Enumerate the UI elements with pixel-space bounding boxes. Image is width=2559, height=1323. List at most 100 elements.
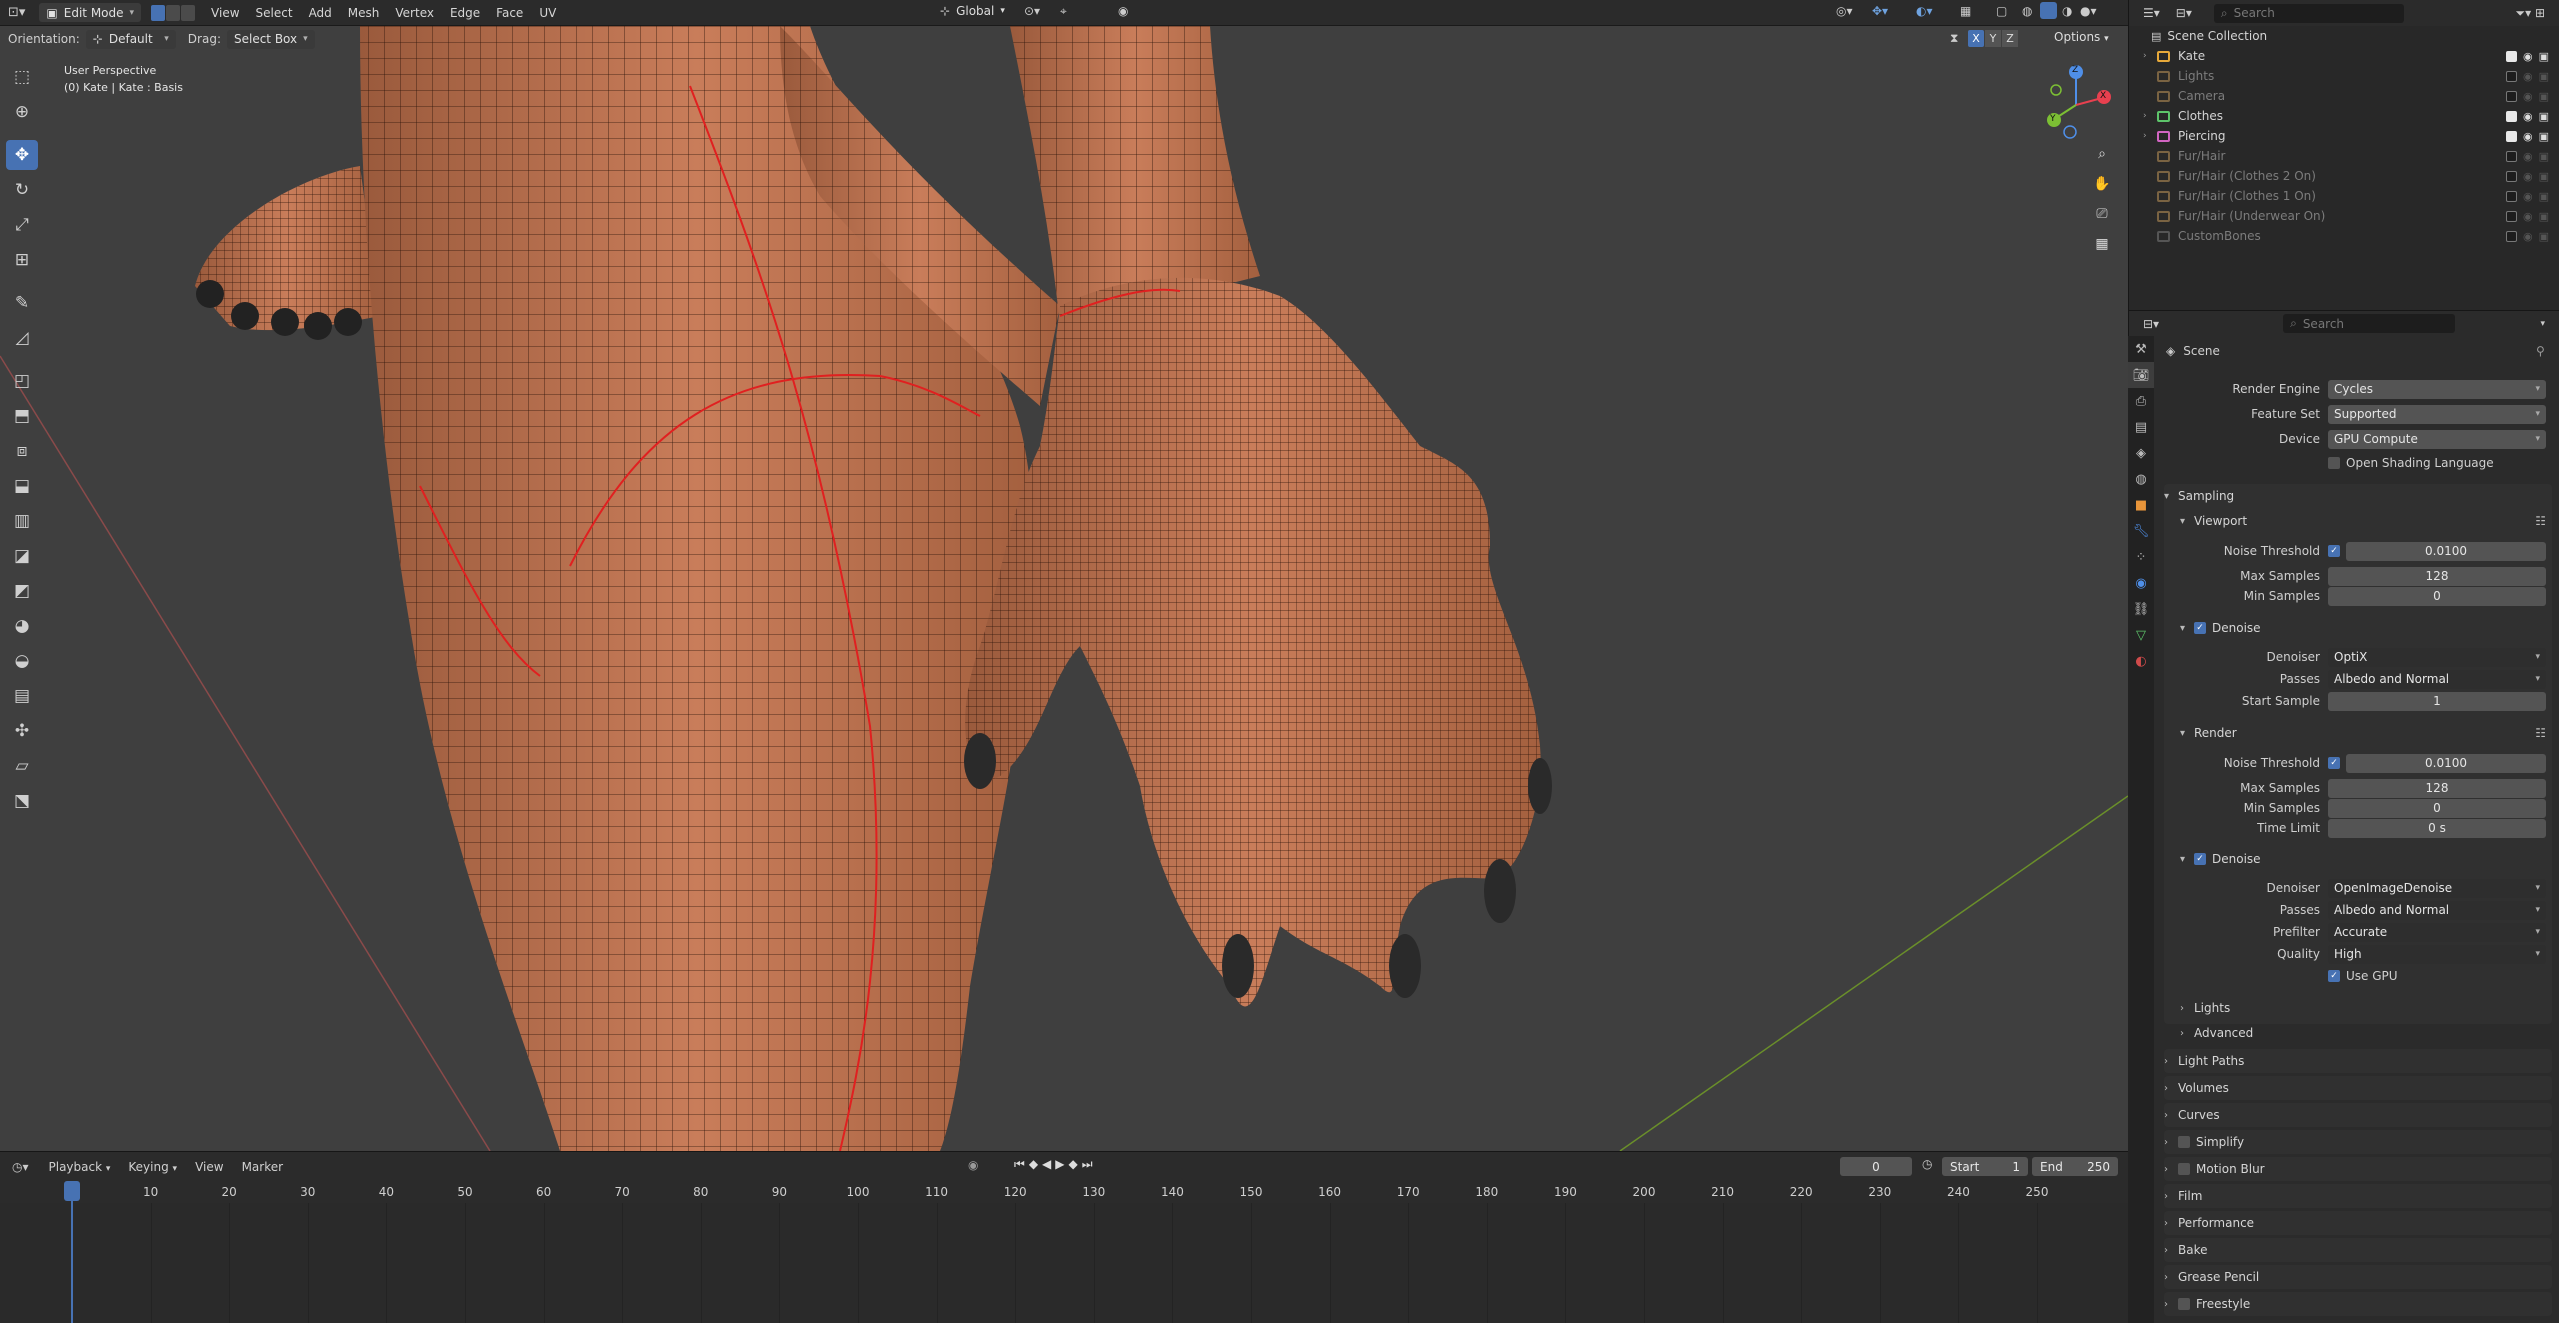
data-tab-icon[interactable]: ▽ [2128, 622, 2154, 648]
r-denoise-checkbox[interactable]: ✓ [2194, 853, 2206, 865]
panel-header[interactable]: › Curves [2164, 1103, 2552, 1127]
vp-noise-checkbox[interactable]: ✓ [2328, 545, 2340, 557]
navigation-gizmo[interactable]: Z X Y [2036, 60, 2116, 150]
expand-arrow-icon[interactable]: › [2143, 51, 2157, 61]
exclude-checkbox[interactable] [2505, 111, 2517, 122]
exclude-checkbox[interactable] [2505, 71, 2517, 82]
feature-set-dropdown[interactable]: Supported ▾ [2328, 404, 2546, 424]
r-prefilter-dropdown[interactable]: Accurate ▾ [2328, 922, 2546, 942]
knife-icon[interactable]: ◪ [6, 541, 38, 571]
select-box-icon[interactable]: ⬚ [6, 62, 38, 92]
eye-icon[interactable]: ◉ [2523, 170, 2533, 183]
panel-header[interactable]: › Volumes [2164, 1076, 2552, 1100]
timeline-ruler[interactable]: 0102030405060708090100110120130140150160… [0, 1181, 2128, 1203]
eye-icon[interactable]: ◉ [2523, 70, 2533, 83]
tool-tab-icon[interactable]: ⚒ [2128, 336, 2154, 362]
playhead[interactable] [64, 1181, 80, 1201]
eye-icon[interactable]: ◉ [2523, 230, 2533, 243]
menu-keying[interactable]: Keying ▾ [128, 1160, 177, 1174]
cursor-icon[interactable]: ⊕ [6, 97, 38, 127]
play-icon[interactable]: ▶ [1055, 1157, 1068, 1171]
ortho-grid-icon[interactable]: ▦ [2090, 236, 2114, 266]
render-camera-icon[interactable]: ▣ [2539, 90, 2549, 103]
outliner-row[interactable]: Fur/Hair (Underwear On) ◉ ▣ [2129, 206, 2559, 226]
r-quality-dropdown[interactable]: High ▾ [2328, 944, 2546, 964]
panel-header[interactable]: › Grease Pencil [2164, 1265, 2552, 1289]
outliner-row[interactable]: › Clothes ◉ ▣ [2129, 106, 2559, 126]
jump-end-icon[interactable]: ⏭ [1082, 1157, 1097, 1171]
vp-start-sample-field[interactable]: 1 [2328, 691, 2546, 711]
display-mode-icon[interactable]: ⊟▾ [2176, 6, 2192, 20]
menu-vertex[interactable]: Vertex [395, 6, 434, 20]
panel-header[interactable]: › Simplify [2164, 1130, 2552, 1154]
transform-icon[interactable]: ⊞ [6, 245, 38, 275]
properties-search[interactable]: ⌕ Search [2283, 314, 2456, 333]
eye-icon[interactable]: ◉ [2523, 150, 2533, 163]
exclude-checkbox[interactable] [2505, 91, 2517, 102]
menu-marker[interactable]: Marker [242, 1160, 283, 1174]
pan-hand-icon[interactable]: ✋ [2090, 176, 2114, 206]
move-icon[interactable]: ✥ [6, 140, 38, 170]
scale-icon[interactable]: ⤢ [6, 210, 38, 240]
constraints-tab-icon[interactable]: ⛓ [2128, 596, 2154, 622]
pin-icon[interactable]: ⚲ [2536, 344, 2545, 358]
play-reverse-icon[interactable]: ◀ [1042, 1157, 1055, 1171]
render-camera-icon[interactable]: ▣ [2539, 230, 2549, 243]
sampling-header[interactable]: ▾ Sampling [2164, 484, 2552, 508]
vp-passes-dropdown[interactable]: Albedo and Normal ▾ [2328, 669, 2546, 689]
outliner-row[interactable]: Lights ◉ ▣ [2129, 66, 2559, 86]
add-cube-icon[interactable]: ◰ [6, 366, 38, 396]
viewport-subheader[interactable]: ▾ Viewport ☷ [2180, 509, 2559, 533]
exclude-checkbox[interactable] [2505, 131, 2517, 142]
panel-header[interactable]: › Bake [2164, 1238, 2552, 1262]
drag-dropdown[interactable]: Select Box ▾ [226, 29, 315, 49]
loop-cut-icon[interactable]: ▥ [6, 506, 38, 536]
shrink-fatten-icon[interactable]: ✣ [6, 716, 38, 746]
mirror-x-button[interactable]: X [1968, 30, 1984, 47]
rotate-icon[interactable]: ↻ [6, 175, 38, 205]
device-dropdown[interactable]: GPU Compute ▾ [2328, 429, 2546, 449]
select-mode-face[interactable] [181, 4, 196, 21]
menu-playback[interactable]: Playback ▾ [49, 1160, 111, 1174]
osl-checkbox[interactable] [2328, 457, 2340, 469]
exclude-checkbox[interactable] [2505, 211, 2517, 222]
vp-denoise-subheader[interactable]: ▾ ✓ Denoise [2180, 616, 2559, 640]
exclude-checkbox[interactable] [2505, 151, 2517, 162]
transform-orientation-dropdown[interactable]: ⊹ Global ▾ [940, 4, 1005, 18]
mesh-edit-overlay-icon[interactable]: ▦ [1960, 4, 1971, 18]
shading-rendered-icon[interactable]: ●▾ [2080, 4, 2097, 18]
menu-mesh[interactable]: Mesh [348, 6, 380, 20]
output-tab-icon[interactable]: ⎙ [2128, 388, 2154, 414]
prev-key-icon[interactable]: ◆ [1029, 1157, 1042, 1171]
panel-enable-checkbox[interactable] [2178, 1298, 2190, 1310]
snap-icon[interactable]: ⌖ [1060, 4, 1067, 19]
visibility-icon[interactable]: ◎▾ [1836, 4, 1853, 18]
measure-icon[interactable]: ◿ [6, 323, 38, 353]
material-tab-icon[interactable]: ◐ [2128, 648, 2154, 674]
start-frame-field[interactable]: Start 1 [1942, 1157, 2028, 1176]
eye-icon[interactable]: ◉ [2523, 50, 2533, 63]
world-tab-icon[interactable]: ◍ [2128, 466, 2154, 492]
expand-arrow-icon[interactable]: › [2143, 131, 2157, 141]
editor-type-icon[interactable]: ⊡▾ [8, 5, 25, 20]
render-engine-dropdown[interactable]: Cycles ▾ [2328, 379, 2546, 399]
r-denoiser-dropdown[interactable]: OpenImageDenoise ▾ [2328, 878, 2546, 898]
3d-viewport[interactable] [0, 26, 2128, 1151]
eye-icon[interactable]: ◉ [2523, 130, 2533, 143]
panel-header[interactable]: › Film [2164, 1184, 2552, 1208]
render-camera-icon[interactable]: ▣ [2539, 70, 2549, 83]
spin-icon[interactable]: ◕ [6, 611, 38, 641]
shading-solid-icon[interactable] [2040, 2, 2057, 19]
r-denoise-subheader[interactable]: ▾ ✓ Denoise [2180, 847, 2559, 871]
vp-max-samples-field[interactable]: 128 [2328, 566, 2546, 586]
menu-select[interactable]: Select [256, 6, 293, 20]
r-max-samples-field[interactable]: 128 [2328, 778, 2546, 798]
r-time-limit-field[interactable]: 0 s [2328, 818, 2546, 838]
particles-tab-icon[interactable]: ⁘ [2128, 544, 2154, 570]
auto-key-icon[interactable]: ◉ [968, 1158, 978, 1172]
next-key-icon[interactable]: ◆ [1069, 1157, 1082, 1171]
presets-icon[interactable]: ☷ [2535, 726, 2546, 740]
advanced-subheader[interactable]: › Advanced [2180, 1021, 2559, 1045]
outliner-row[interactable]: CustomBones ◉ ▣ [2129, 226, 2559, 246]
render-camera-icon[interactable]: ▣ [2539, 210, 2549, 223]
